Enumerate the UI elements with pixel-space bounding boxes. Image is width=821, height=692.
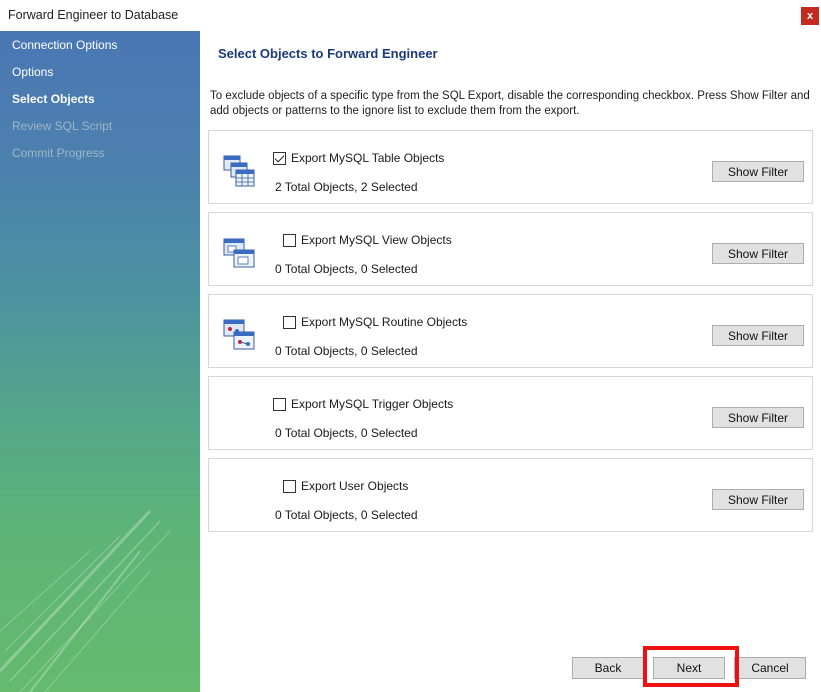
- routine-objects-panel: Export MySQL Routine Objects 0 Total Obj…: [208, 294, 813, 368]
- export-trigger-objects-checkbox[interactable]: Export MySQL Trigger Objects: [273, 397, 453, 411]
- show-filter-button[interactable]: Show Filter: [712, 325, 804, 346]
- sidebar-item-review-sql-script: Review SQL Script: [12, 119, 113, 133]
- checkbox-label: Export MySQL Table Objects: [291, 151, 445, 165]
- next-button-highlight: [643, 646, 739, 687]
- checkbox-label: Export MySQL Routine Objects: [301, 315, 468, 329]
- export-table-objects-checkbox[interactable]: Export MySQL Table Objects: [273, 151, 444, 165]
- checkbox-label: Export MySQL Trigger Objects: [291, 397, 454, 411]
- export-routine-objects-checkbox[interactable]: Export MySQL Routine Objects: [283, 315, 467, 329]
- title-bar: Forward Engineer to Database x: [0, 0, 821, 31]
- show-filter-button[interactable]: Show Filter: [712, 161, 804, 182]
- window-title: Forward Engineer to Database: [8, 8, 179, 22]
- object-count: 0 Total Objects, 0 Selected: [275, 426, 418, 440]
- back-button[interactable]: Back: [572, 657, 644, 679]
- export-user-objects-checkbox[interactable]: Export User Objects: [283, 479, 408, 493]
- view-objects-panel: Export MySQL View Objects 0 Total Object…: [208, 212, 813, 286]
- routine-objects-icon: [223, 319, 255, 350]
- show-filter-button[interactable]: Show Filter: [712, 243, 804, 264]
- object-count: 2 Total Objects, 2 Selected: [275, 180, 418, 194]
- checkbox-box[interactable]: [273, 397, 286, 411]
- object-count: 0 Total Objects, 0 Selected: [275, 344, 418, 358]
- page-title: Select Objects to Forward Engineer: [218, 46, 438, 61]
- show-filter-button[interactable]: Show Filter: [712, 489, 804, 510]
- checkbox-box[interactable]: [283, 233, 296, 247]
- table-objects-panel: Export MySQL Table Objects 2 Total Objec…: [208, 130, 813, 204]
- table-objects-icon: [223, 155, 255, 187]
- sidebar-item-select-objects[interactable]: Select Objects: [12, 92, 95, 106]
- checkbox-box[interactable]: [283, 479, 296, 493]
- page-description: To exclude objects of a specific type fr…: [210, 90, 810, 117]
- trigger-objects-panel: Export MySQL Trigger Objects 0 Total Obj…: [208, 376, 813, 450]
- object-count: 0 Total Objects, 0 Selected: [275, 262, 418, 276]
- view-objects-icon: [223, 238, 255, 268]
- sidebar-item-connection-options[interactable]: Connection Options: [12, 38, 117, 52]
- checkbox-box[interactable]: [283, 315, 296, 329]
- user-objects-panel: Export User Objects 0 Total Objects, 0 S…: [208, 458, 813, 532]
- checkbox-box[interactable]: [273, 151, 286, 165]
- export-view-objects-checkbox[interactable]: Export MySQL View Objects: [283, 233, 452, 247]
- show-filter-button[interactable]: Show Filter: [712, 407, 804, 428]
- close-button[interactable]: x: [801, 7, 819, 25]
- object-count: 0 Total Objects, 0 Selected: [275, 508, 418, 522]
- sidebar-item-commit-progress: Commit Progress: [12, 146, 105, 160]
- cancel-button[interactable]: Cancel: [734, 657, 806, 679]
- wizard-sidebar: Connection Options Options Select Object…: [0, 31, 200, 692]
- sidebar-item-options[interactable]: Options: [12, 65, 53, 79]
- checkbox-label: Export User Objects: [301, 479, 409, 493]
- checkbox-label: Export MySQL View Objects: [301, 233, 452, 247]
- close-icon: x: [806, 10, 814, 22]
